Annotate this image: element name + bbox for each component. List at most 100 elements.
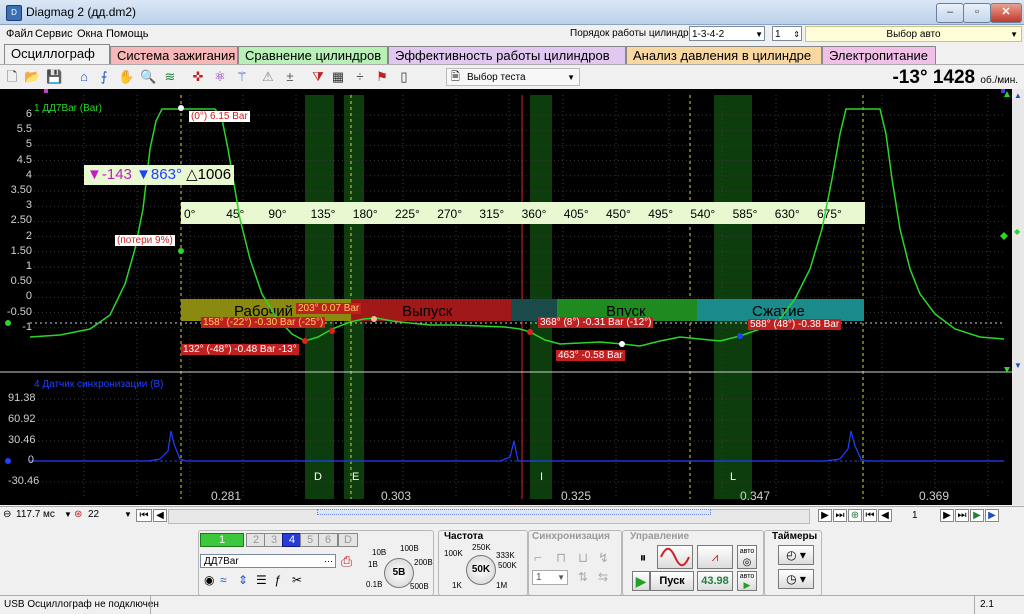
horizontal-scrollbar[interactable] (168, 509, 810, 524)
fft-icon[interactable]: ≋ (162, 69, 178, 85)
test-select[interactable]: 🗎 Выбор теста ▼ (446, 68, 580, 86)
vertical-scrollbar[interactable]: ▲ ◆ ▼ (1012, 89, 1024, 505)
scroll-down-icon[interactable]: ▼ (1014, 361, 1022, 370)
grid-icon[interactable]: ▦ (330, 69, 346, 85)
point-marker[interactable] (619, 341, 625, 347)
trigger-icon[interactable]: ⚚ (234, 69, 250, 85)
channel-button-1[interactable]: 1 (200, 533, 244, 547)
falling-edge-icon[interactable]: ⊔ (578, 550, 588, 566)
channel-button-6[interactable]: 6 (318, 533, 338, 547)
go-prev-button[interactable]: ◀ (153, 509, 167, 522)
title-bar[interactable]: D Diagmag 2 (дд.dm2) ‒ ▫ ✕ (0, 0, 1024, 25)
ignition-icon[interactable]: ⚠ (260, 69, 276, 85)
cursor-icon[interactable]: ⌂ (76, 69, 92, 85)
point-marker[interactable] (178, 105, 184, 111)
tab-oscilloscope[interactable]: Осциллограф (4, 44, 110, 64)
go-end-button[interactable]: ⏭ (955, 509, 969, 522)
auto-select[interactable]: Выбор авто ▼ (805, 26, 1022, 42)
pause-button[interactable]: ⏸ (632, 548, 654, 568)
save-icon[interactable]: 💾 (46, 69, 62, 85)
cylinder-stepper[interactable]: 1 ⇕ (772, 26, 802, 41)
lines-icon[interactable]: ☰ (256, 573, 267, 587)
close-button[interactable]: ✕ (990, 3, 1022, 23)
page-icon[interactable]: ▯ (396, 69, 412, 85)
add-frame-button[interactable]: ⊕ (848, 509, 862, 522)
channel-button-3[interactable]: 3 (264, 533, 284, 547)
sync-offset-icon[interactable]: ⇆ (598, 570, 608, 584)
point-marker[interactable] (527, 329, 533, 335)
sensor-settings-icon[interactable]: ⎙ (341, 553, 352, 570)
hand-icon[interactable]: ✋ (118, 69, 134, 85)
channel-button-5[interactable]: 5 (300, 533, 320, 547)
voltage-dial[interactable]: 5В 10В 100В 1В 200В 0.1В 500В (366, 544, 436, 592)
point-marker[interactable] (737, 333, 743, 339)
point-marker[interactable] (178, 248, 184, 254)
vertical-scale-icon[interactable]: ⇕ (238, 573, 248, 587)
new-icon[interactable]: 🗋 (4, 69, 20, 85)
filter-icon[interactable]: ⧩ (310, 69, 326, 85)
marker-icon[interactable]: ± (282, 69, 298, 85)
frequency-dial[interactable]: 50K 250K 100K 333K 500K 1K 1M (444, 543, 520, 591)
sine-mode-button[interactable] (657, 545, 693, 569)
menu-help[interactable]: Помощь (106, 28, 149, 40)
chevron-down-icon[interactable]: ▼ (124, 510, 132, 519)
channel-number[interactable]: 22 (88, 509, 99, 520)
play-fast-button[interactable]: ▶ (985, 509, 999, 522)
flag-icon[interactable]: ⚑ (374, 69, 390, 85)
measure-icon[interactable]: ⨍ (96, 69, 112, 85)
run-icon[interactable]: ▶ (632, 571, 650, 591)
go-first-button[interactable]: ⏮ (136, 509, 152, 522)
multi-wave-button[interactable]: ⩘ (697, 545, 733, 569)
function-icon[interactable]: ƒ (274, 573, 281, 587)
oscilloscope-view[interactable]: 0° 45° 90° 135° 180° 225° 270° 315° 360° 405° 450°… (0, 89, 1012, 505)
level-icon[interactable]: ◆ (1014, 227, 1020, 236)
menu-file[interactable]: Файл (6, 28, 33, 40)
go-start-button[interactable]: ⏮ (863, 509, 877, 522)
timebase-minus-icon[interactable]: ⊖ (3, 509, 11, 520)
eye-icon[interactable]: ◉ (204, 573, 214, 587)
skip-forward-button[interactable]: ⏭ (833, 509, 847, 522)
point-marker[interactable] (329, 328, 335, 334)
menu-windows[interactable]: Окна (77, 28, 103, 40)
auto-run-button[interactable]: авто ▶ (737, 571, 757, 591)
tab-cylinder-efficiency[interactable]: Эффективность работы цилиндров (388, 46, 626, 64)
point-marker[interactable] (371, 316, 377, 322)
marker-a-handle[interactable] (44, 89, 48, 93)
sensor-field[interactable]: ДД7Bar ⋯ (200, 554, 336, 568)
auto-scale-button[interactable]: авто ◎ (737, 545, 757, 569)
scale-icon[interactable]: ⚛ (212, 69, 228, 85)
channel-button-4[interactable]: 4 (282, 533, 302, 547)
start-button[interactable]: Пуск (650, 571, 694, 591)
tools-icon[interactable]: ✂ (292, 573, 302, 587)
next-frame-button[interactable]: ▶ (940, 509, 954, 522)
cylinder-order-select[interactable]: 1-3-4-2 ▼ (689, 26, 765, 41)
zoom-icon[interactable]: 🔍 (140, 69, 156, 85)
point-marker[interactable] (302, 338, 308, 344)
maximize-button[interactable]: ▫ (963, 3, 991, 23)
split-icon[interactable]: ÷ (352, 69, 368, 85)
tab-ignition[interactable]: Система зажигания (110, 46, 238, 64)
chevron-down-icon[interactable]: ▼ (64, 510, 72, 519)
auto-sync-icon[interactable]: ↯ (598, 550, 609, 566)
timebase-value[interactable]: 117.7 мс (16, 509, 55, 520)
timer-button-1[interactable]: ◴ ▾ (778, 545, 814, 565)
open-icon[interactable]: 📂 (24, 69, 40, 85)
rising-edge-icon[interactable]: ⌐ (534, 550, 542, 565)
channel-button-d[interactable]: D (338, 533, 358, 547)
tab-pressure-analysis[interactable]: Анализ давления в цилиндре (626, 46, 822, 64)
play-button[interactable]: ▶ (970, 509, 984, 522)
tab-power-supply[interactable]: Электропитание (822, 46, 936, 64)
waveform-icon[interactable]: ≈ (220, 573, 227, 587)
pulse-icon[interactable]: ⊓ (556, 550, 566, 566)
marker-b-handle[interactable] (1001, 89, 1005, 93)
sync-channel-select[interactable]: 1 ▼ (532, 570, 568, 585)
channel-record-icon[interactable]: ⊛ (74, 509, 82, 520)
tab-cylinder-compare[interactable]: Сравнение цилиндров (238, 46, 388, 64)
sync-level-icon[interactable]: ⇅ (578, 570, 588, 584)
frequency-dial-knob[interactable]: 50K (466, 555, 496, 585)
channel1-level-marker[interactable] (1000, 232, 1008, 240)
minimize-button[interactable]: ‒ (936, 3, 964, 23)
menu-service[interactable]: Сервис (35, 28, 73, 40)
step-forward-button[interactable]: ▶ (818, 509, 832, 522)
sync-icon[interactable]: ✜ (190, 69, 206, 85)
